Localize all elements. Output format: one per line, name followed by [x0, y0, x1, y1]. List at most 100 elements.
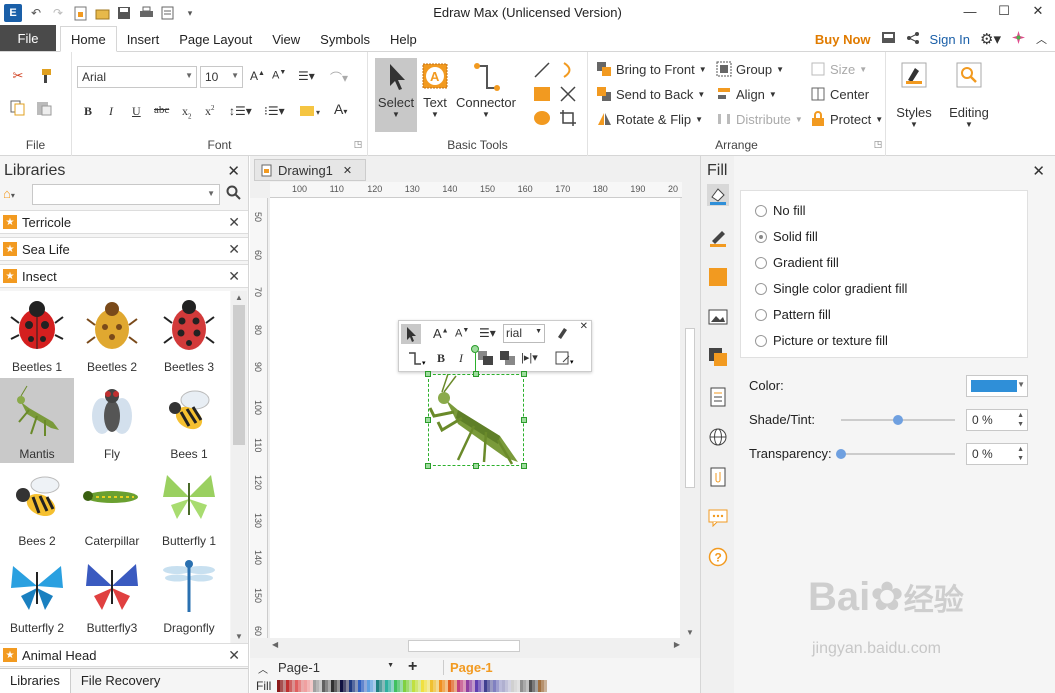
resize-handle-w[interactable]: [425, 417, 431, 423]
radio-gradient-fill[interactable]: Gradient fill: [755, 255, 839, 270]
shape-bees-2[interactable]: Bees 2: [0, 465, 74, 550]
scroll-down-icon[interactable]: ▼: [231, 632, 247, 641]
page-bar-collapse-icon[interactable]: ︿: [258, 661, 268, 676]
color-swatch[interactable]: [544, 679, 548, 692]
paste-icon[interactable]: [34, 98, 54, 118]
scroll-thumb[interactable]: [233, 305, 245, 445]
color-swatch[interactable]: [319, 679, 323, 692]
underline-button[interactable]: U: [132, 104, 141, 119]
align-text-icon[interactable]: ☰▾: [298, 69, 315, 83]
export-icon[interactable]: [160, 5, 176, 21]
arc-icon[interactable]: [558, 60, 578, 80]
select-tool-button[interactable]: Select ▼: [375, 58, 417, 132]
radio-no-fill[interactable]: No fill: [755, 203, 806, 218]
color-swatch[interactable]: [535, 679, 539, 692]
shape-caterpillar[interactable]: Caterpillar: [75, 465, 149, 550]
resize-handle-sw[interactable]: [425, 463, 431, 469]
tab-libraries[interactable]: Libraries: [0, 669, 71, 693]
transparency-slider[interactable]: [836, 449, 955, 459]
line-spacing-icon[interactable]: ↕☰▾: [229, 104, 252, 118]
comment-panel-icon[interactable]: [707, 506, 729, 528]
maximize-icon[interactable]: ☐: [987, 0, 1021, 22]
scroll-thumb[interactable]: [685, 328, 695, 488]
print-icon[interactable]: [138, 5, 154, 21]
color-swatch[interactable]: [472, 679, 476, 692]
color-swatch[interactable]: [328, 679, 332, 692]
color-swatch[interactable]: [391, 679, 395, 692]
shape-butterfly-2[interactable]: Butterfly 2: [0, 552, 74, 637]
superscript-button[interactable]: x2: [205, 104, 215, 119]
mini-grow-font-icon[interactable]: A▲: [433, 326, 449, 341]
tab-help[interactable]: Help: [380, 27, 427, 51]
rotate-flip-button[interactable]: Rotate & Flip ▼: [596, 111, 703, 127]
color-swatch[interactable]: [445, 679, 449, 692]
close-category-icon[interactable]: ✕: [228, 214, 240, 231]
styles-button[interactable]: Styles ▼: [892, 60, 936, 140]
tab-page-layout[interactable]: Page Layout: [169, 27, 262, 51]
center-button[interactable]: Center: [810, 86, 869, 102]
hyperlink-panel-icon[interactable]: [707, 426, 729, 448]
canvas-vertical-scrollbar[interactable]: ▼: [682, 182, 698, 638]
shape-butterfly3[interactable]: Butterfly3: [75, 552, 149, 637]
text-tool-button[interactable]: A Text ▼: [418, 58, 452, 132]
mini-bold-button[interactable]: B: [437, 351, 445, 366]
scroll-right-icon[interactable]: ▶: [674, 640, 680, 649]
subscript-button[interactable]: x2: [182, 104, 192, 120]
redo-icon[interactable]: ↷: [50, 5, 66, 21]
library-search-icon[interactable]: [226, 185, 242, 204]
library-category-animal-head[interactable]: ★ Animal Head ✕: [0, 643, 248, 667]
color-swatch[interactable]: [418, 679, 422, 692]
qat-dropdown-icon[interactable]: ▾: [182, 5, 198, 21]
drawing-page[interactable]: A▲ A▼ ☰▾ rial ▼ ✕ ▾ B I |▸|▾ ▾: [270, 198, 680, 638]
color-swatch[interactable]: [382, 679, 386, 692]
help-icon[interactable]: ?: [707, 546, 729, 568]
radio-solid-fill[interactable]: Solid fill: [755, 229, 818, 244]
connector-tool-button[interactable]: Connector ▼: [454, 58, 518, 132]
scroll-left-icon[interactable]: ◀: [272, 640, 278, 649]
color-swatch[interactable]: [337, 679, 341, 692]
line-panel-icon[interactable]: [707, 226, 729, 248]
color-swatch[interactable]: [499, 679, 503, 692]
italic-button[interactable]: I: [109, 104, 113, 119]
attachment-panel-icon[interactable]: [707, 466, 729, 488]
library-scrollbar[interactable]: ▲ ▼: [231, 291, 247, 643]
tab-view[interactable]: View: [262, 27, 310, 51]
grow-font-icon[interactable]: A▲: [250, 69, 265, 83]
open-folder-icon[interactable]: [94, 5, 110, 21]
color-swatch[interactable]: [454, 679, 458, 692]
scroll-down-icon[interactable]: ▼: [682, 628, 698, 637]
copy-icon[interactable]: [8, 98, 28, 118]
size-button[interactable]: Size ▼: [810, 61, 867, 77]
transparency-spinner[interactable]: 0 % ▲ ▼: [966, 443, 1028, 465]
layer-panel-icon[interactable]: [707, 346, 729, 368]
selected-mantis-shape[interactable]: [425, 345, 527, 469]
group-button[interactable]: Group ▼: [716, 61, 784, 77]
mini-replace-shape-icon[interactable]: ▾: [555, 350, 577, 369]
mini-send-back-icon[interactable]: [499, 350, 517, 369]
distribute-button[interactable]: Distribute ▼: [716, 111, 803, 127]
theme-icon[interactable]: [1011, 30, 1026, 48]
color-picker[interactable]: ▼: [966, 375, 1028, 397]
resize-handle-e[interactable]: [521, 417, 527, 423]
text-direction-icon[interactable]: ⌒▾: [330, 69, 348, 86]
shape-beetles-3[interactable]: Beetles 3: [152, 291, 226, 376]
mini-italic-button[interactable]: I: [459, 351, 463, 366]
color-swatch[interactable]: [481, 679, 485, 692]
resize-handle-ne[interactable]: [521, 371, 527, 377]
rotate-handle[interactable]: [471, 345, 479, 353]
library-search-input[interactable]: ▼: [32, 184, 220, 205]
gear-icon[interactable]: ⚙▾: [980, 30, 1001, 48]
mini-format-painter-icon[interactable]: [553, 325, 569, 344]
mini-shrink-font-icon[interactable]: A▼: [455, 327, 469, 340]
shape-butterfly-1[interactable]: Butterfly 1: [152, 465, 226, 550]
align-button[interactable]: Align ▼: [716, 86, 777, 102]
mini-align-icon[interactable]: ☰▾: [479, 326, 496, 340]
color-swatch[interactable]: [373, 679, 377, 692]
mini-bring-front-icon[interactable]: [477, 350, 495, 369]
shape-mantis[interactable]: Mantis: [0, 378, 74, 463]
shape-bees-1[interactable]: Bees 1: [152, 378, 226, 463]
ellipse-icon[interactable]: [532, 108, 552, 128]
shade-tint-knob[interactable]: [893, 415, 903, 425]
color-swatch[interactable]: [427, 679, 431, 692]
mini-distribute-icon[interactable]: |▸|▾: [521, 351, 538, 364]
